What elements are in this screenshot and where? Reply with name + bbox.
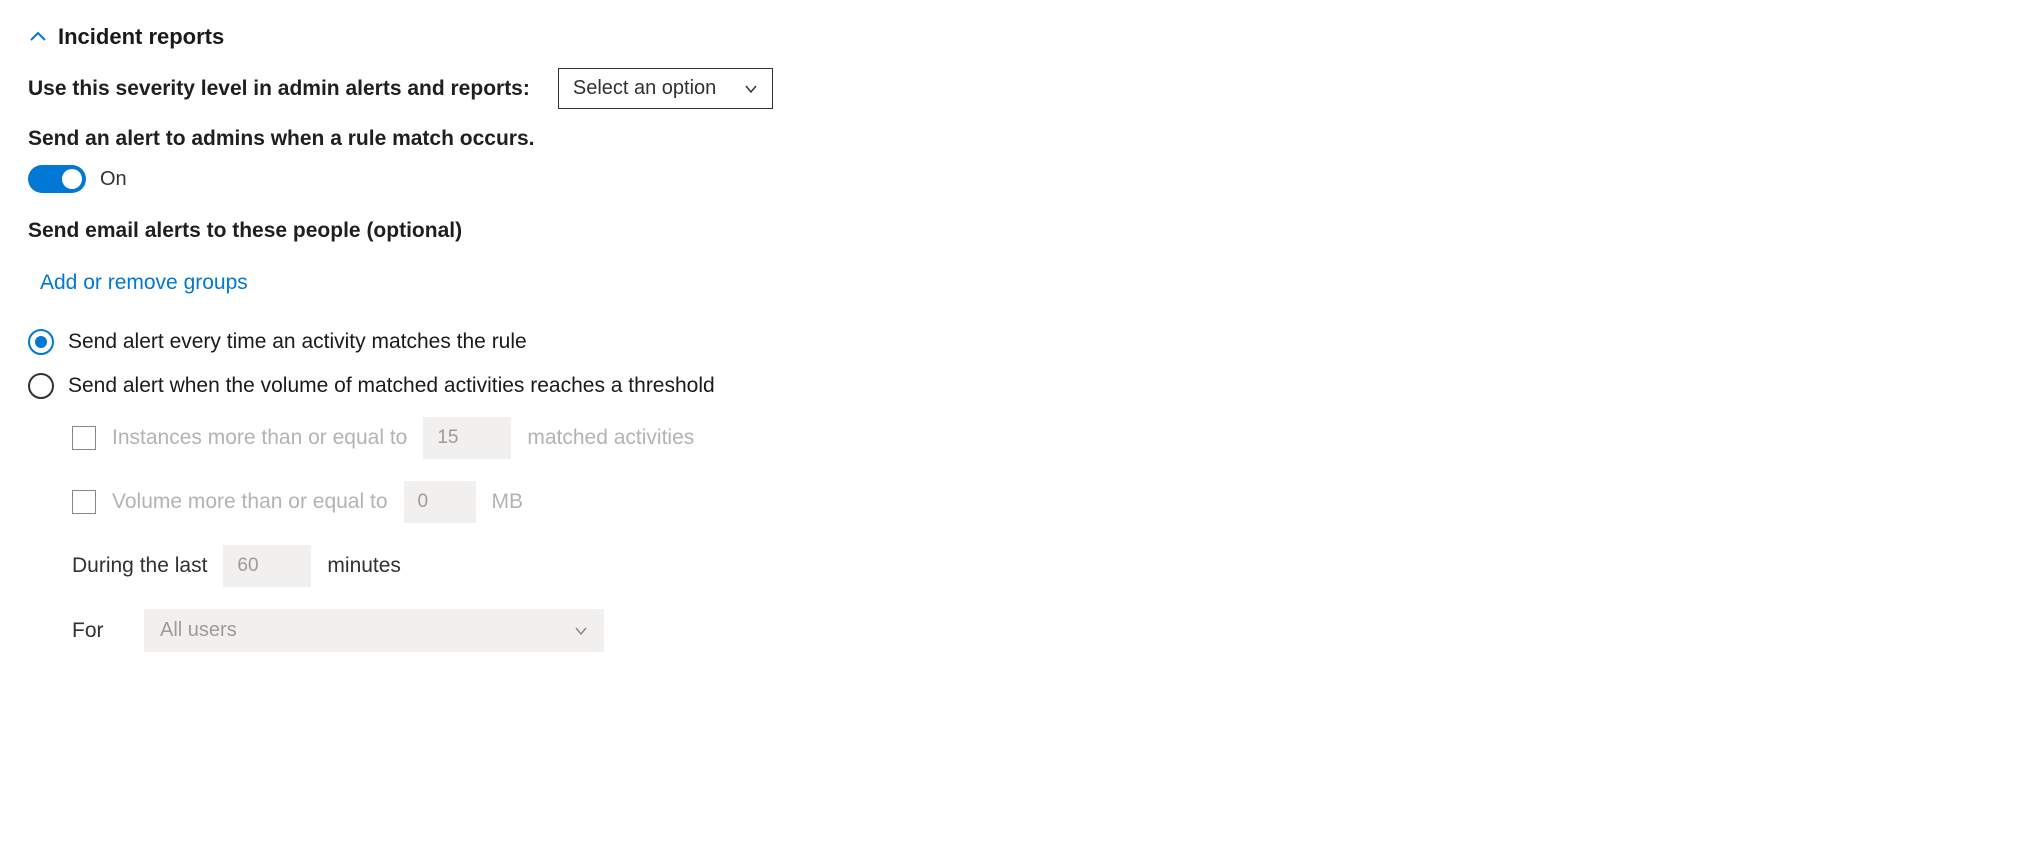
radio-every-time-label: Send alert every time an activity matche… (68, 330, 527, 354)
for-select[interactable]: All users (144, 609, 604, 652)
add-remove-groups-link[interactable]: Add or remove groups (40, 271, 248, 295)
radio-icon-unselected (28, 373, 54, 399)
for-label: For (72, 619, 128, 643)
volume-checkbox[interactable] (72, 490, 96, 514)
chevron-down-icon (744, 82, 758, 96)
alert-toggle-state: On (100, 168, 127, 191)
email-alerts-label: Send email alerts to these people (optio… (28, 219, 2004, 243)
volume-label: Volume more than or equal to (112, 490, 388, 514)
alert-toggle[interactable] (28, 165, 86, 193)
section-title: Incident reports (58, 24, 224, 50)
during-label: During the last (72, 554, 207, 578)
chevron-down-icon (574, 624, 588, 638)
during-input[interactable] (223, 545, 311, 587)
during-unit: minutes (327, 554, 401, 578)
section-toggle[interactable]: Incident reports (28, 24, 2004, 50)
instances-label: Instances more than or equal to (112, 426, 407, 450)
severity-select-placeholder: Select an option (573, 77, 716, 100)
alert-admins-label: Send an alert to admins when a rule matc… (28, 127, 2004, 151)
severity-label: Use this severity level in admin alerts … (28, 77, 530, 101)
volume-input[interactable] (404, 481, 476, 523)
volume-unit: MB (492, 490, 524, 514)
instances-input[interactable] (423, 417, 511, 459)
instances-suffix: matched activities (527, 426, 694, 450)
radio-icon-selected (28, 329, 54, 355)
chevron-up-icon (28, 27, 48, 47)
radio-threshold[interactable]: Send alert when the volume of matched ac… (28, 373, 2004, 399)
toggle-knob (62, 169, 82, 189)
radio-threshold-label: Send alert when the volume of matched ac… (68, 374, 715, 398)
severity-select[interactable]: Select an option (558, 68, 773, 109)
instances-checkbox[interactable] (72, 426, 96, 450)
for-select-value: All users (160, 619, 237, 642)
radio-every-time[interactable]: Send alert every time an activity matche… (28, 329, 2004, 355)
